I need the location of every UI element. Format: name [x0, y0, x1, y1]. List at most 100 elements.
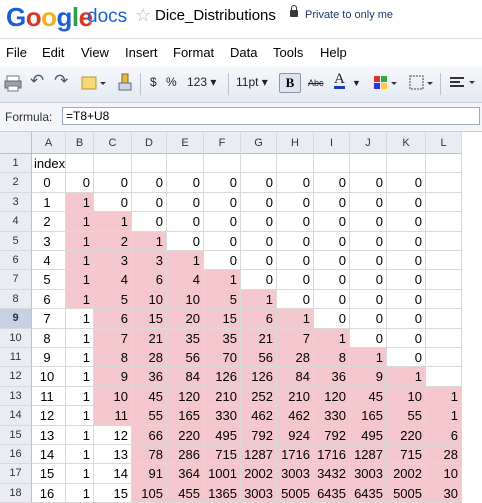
cell-B13[interactable]: 1: [66, 386, 94, 407]
cell-F17[interactable]: 1001: [204, 464, 241, 484]
cell-E2[interactable]: 0: [167, 173, 204, 193]
cell-L16[interactable]: 28: [426, 445, 462, 465]
cell-E14[interactable]: 165: [167, 406, 204, 426]
cell-F6[interactable]: 0: [204, 251, 241, 271]
cell-G3[interactable]: 0: [241, 192, 277, 213]
cell-A7[interactable]: 5: [32, 270, 66, 290]
cell-I12[interactable]: 36: [314, 367, 350, 387]
cell-C5[interactable]: 2: [94, 231, 132, 251]
star-icon[interactable]: ☆: [135, 5, 151, 26]
column-header-F[interactable]: F: [204, 132, 241, 154]
cell-K13[interactable]: 10: [387, 386, 426, 407]
cell-A15[interactable]: 13: [32, 425, 66, 445]
cell-J13[interactable]: 45: [350, 386, 387, 407]
font-size-dropdown[interactable]: 11pt ▾: [236, 75, 268, 89]
cell-K4[interactable]: 0: [387, 212, 426, 232]
cell-H10[interactable]: 7: [277, 328, 314, 348]
cell-L1[interactable]: [426, 154, 462, 174]
cell-H9[interactable]: 1: [277, 309, 314, 329]
cell-A6[interactable]: 4: [32, 251, 66, 271]
cell-D1[interactable]: [132, 154, 167, 174]
align-icon[interactable]: [448, 73, 478, 93]
cell-G6[interactable]: 0: [241, 251, 277, 271]
cell-I13[interactable]: 120: [314, 386, 350, 407]
cell-H13[interactable]: 210: [277, 386, 314, 407]
cell-E17[interactable]: 364: [167, 464, 204, 484]
cell-D3[interactable]: 0: [132, 192, 167, 213]
menu-format[interactable]: Format: [173, 45, 214, 60]
cell-E12[interactable]: 84: [167, 367, 204, 387]
cell-L7[interactable]: [426, 270, 462, 290]
cell-K8[interactable]: 0: [387, 289, 426, 310]
cell-B4[interactable]: 1: [66, 212, 94, 232]
column-header-C[interactable]: C: [94, 132, 132, 154]
styles-icon[interactable]: [80, 73, 106, 93]
cell-K15[interactable]: 220: [387, 425, 426, 445]
cell-F1[interactable]: [204, 154, 241, 174]
cell-L15[interactable]: 6: [426, 425, 462, 445]
cell-B2[interactable]: 0: [66, 173, 94, 193]
cell-I8[interactable]: 0: [314, 289, 350, 310]
cell-D4[interactable]: 0: [132, 212, 167, 232]
cell-G4[interactable]: 0: [241, 212, 277, 232]
cell-C2[interactable]: 0: [94, 173, 132, 193]
row-header-4[interactable]: 4: [0, 212, 32, 232]
cell-K14[interactable]: 55: [387, 406, 426, 426]
row-header-12[interactable]: 12: [0, 367, 32, 387]
menu-tools[interactable]: Tools: [273, 45, 303, 60]
cell-G2[interactable]: 0: [241, 173, 277, 193]
cell-G1[interactable]: [241, 154, 277, 174]
cell-B12[interactable]: 1: [66, 367, 94, 387]
cell-H6[interactable]: 0: [277, 251, 314, 271]
cell-G16[interactable]: 1287: [241, 445, 277, 465]
cell-K6[interactable]: 0: [387, 251, 426, 271]
cell-C16[interactable]: 13: [94, 445, 132, 465]
row-header-17[interactable]: 17: [0, 464, 32, 484]
cell-J1[interactable]: [350, 154, 387, 174]
cell-F15[interactable]: 495: [204, 425, 241, 445]
cell-K9[interactable]: 0: [387, 309, 426, 329]
cell-G18[interactable]: 3003: [241, 483, 277, 503]
cell-D11[interactable]: 28: [132, 348, 167, 368]
column-header-E[interactable]: E: [167, 132, 204, 154]
menu-file[interactable]: File: [6, 45, 27, 60]
cell-J4[interactable]: 0: [350, 212, 387, 232]
currency-format-button[interactable]: $: [150, 75, 157, 89]
cell-E11[interactable]: 56: [167, 348, 204, 368]
cell-F12[interactable]: 126: [204, 367, 241, 387]
cell-D6[interactable]: 3: [132, 251, 167, 271]
cell-K18[interactable]: 5005: [387, 483, 426, 503]
cell-D12[interactable]: 36: [132, 367, 167, 387]
percent-format-button[interactable]: %: [166, 75, 177, 89]
cell-L11[interactable]: [426, 348, 462, 368]
product-name[interactable]: docs: [87, 6, 127, 28]
cell-G11[interactable]: 56: [241, 348, 277, 368]
cell-H8[interactable]: 0: [277, 289, 314, 310]
cell-E18[interactable]: 455: [167, 483, 204, 503]
cell-K12[interactable]: 1: [387, 367, 426, 387]
cell-H15[interactable]: 924: [277, 425, 314, 445]
cell-L14[interactable]: 1: [426, 406, 462, 426]
cell-B11[interactable]: 1: [66, 348, 94, 368]
cell-F16[interactable]: 715: [204, 445, 241, 465]
cell-B16[interactable]: 1: [66, 445, 94, 465]
cell-B5[interactable]: 1: [66, 231, 94, 251]
background-color-icon[interactable]: [372, 73, 398, 93]
cell-G10[interactable]: 21: [241, 328, 277, 348]
row-header-18[interactable]: 18: [0, 483, 32, 503]
cell-J12[interactable]: 9: [350, 367, 387, 387]
cell-E7[interactable]: 4: [167, 270, 204, 290]
cell-A9[interactable]: 7: [32, 309, 66, 329]
chevron-down-icon[interactable]: ▼: [352, 78, 361, 88]
cell-B17[interactable]: 1: [66, 464, 94, 484]
row-header-3[interactable]: 3: [0, 192, 32, 213]
cell-D5[interactable]: 1: [132, 231, 167, 251]
cell-J6[interactable]: 0: [350, 251, 387, 271]
cell-A3[interactable]: 1: [32, 192, 66, 213]
row-header-5[interactable]: 5: [0, 231, 32, 251]
cell-L13[interactable]: 1: [426, 386, 462, 407]
cell-K11[interactable]: 0: [387, 348, 426, 368]
cell-H1[interactable]: [277, 154, 314, 174]
cell-B18[interactable]: 1: [66, 483, 94, 503]
cell-G7[interactable]: 0: [241, 270, 277, 290]
